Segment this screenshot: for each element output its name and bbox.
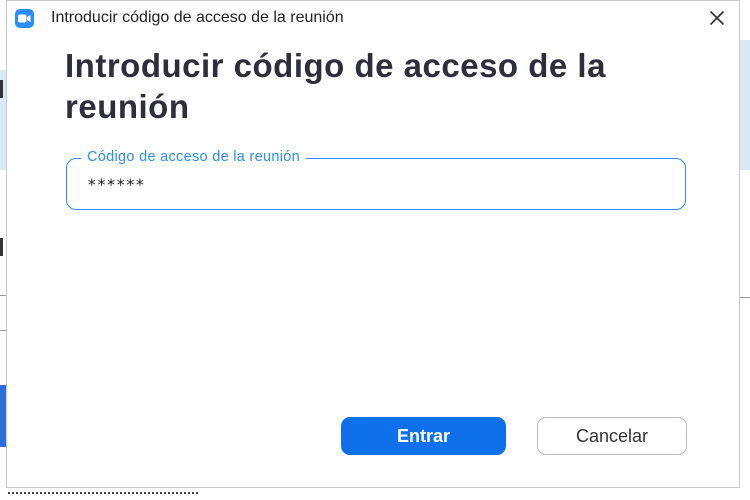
background-text-fragment: [0, 238, 3, 256]
join-button[interactable]: Entrar: [341, 417, 506, 455]
zoom-camera-icon: [15, 9, 34, 28]
window-title: Introducir código de acceso de la reunió…: [51, 9, 344, 26]
screen: Introducir código de acceso de la reunió…: [0, 0, 750, 500]
background-window-right-edge: [740, 0, 750, 500]
background-divider: [740, 297, 750, 298]
passcode-input[interactable]: [87, 173, 667, 195]
passcode-dialog: Introducir código de acceso de la reunió…: [6, 0, 740, 488]
background-text-fragment: [0, 80, 3, 98]
background-window-bottom-edge: [0, 488, 750, 500]
close-icon: [709, 10, 725, 26]
dialog-heading: Introducir código de acceso de la reunió…: [65, 47, 606, 125]
passcode-field-label: Código de acceso de la reunión: [81, 149, 306, 165]
cancel-button[interactable]: Cancelar: [537, 417, 687, 455]
passcode-field[interactable]: Código de acceso de la reunión: [66, 149, 686, 210]
close-button[interactable]: [705, 6, 729, 30]
background-header-band: [740, 40, 750, 170]
background-text-fragment: [8, 492, 198, 497]
title-bar[interactable]: Introducir código de acceso de la reunió…: [7, 1, 739, 35]
